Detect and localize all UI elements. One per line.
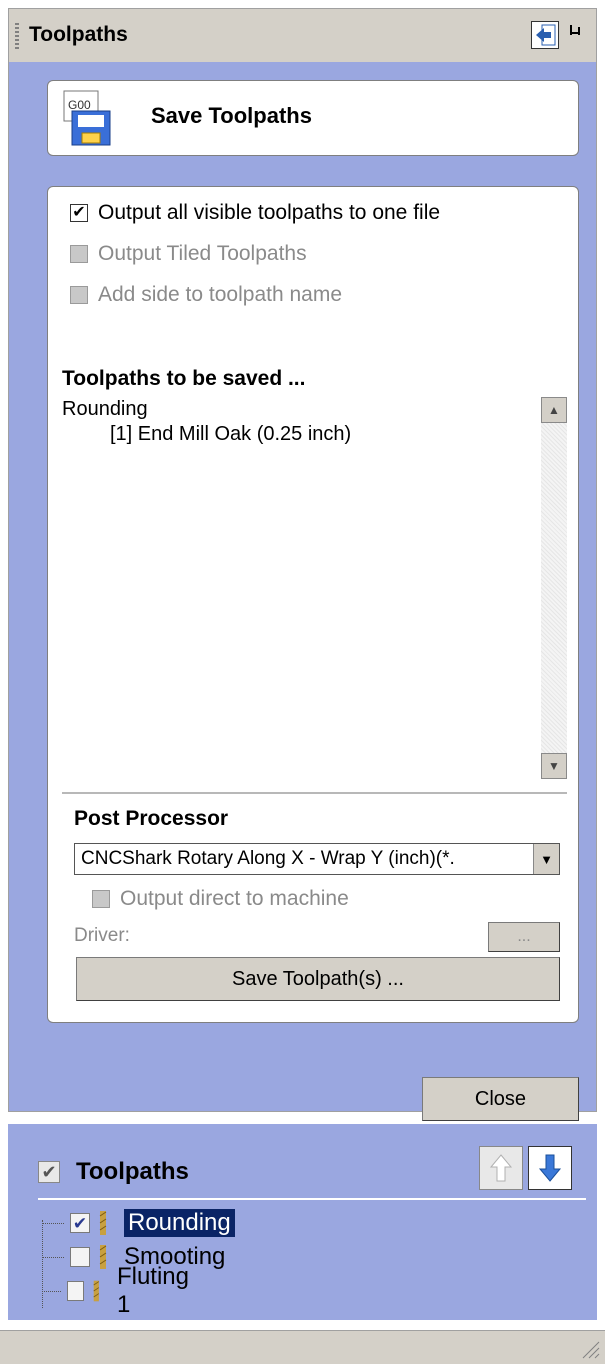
arrow-down-icon bbox=[538, 1154, 562, 1182]
add-side-option: Add side to toolpath name bbox=[70, 283, 342, 307]
toolpaths-to-save-list[interactable]: Rounding [1] End Mill Oak (0.25 inch) ▲ … bbox=[62, 397, 567, 779]
scroll-up-icon[interactable]: ▲ bbox=[541, 397, 567, 423]
toolpaths-tree-heading: Toolpaths bbox=[76, 1158, 189, 1185]
tree-divider bbox=[38, 1198, 586, 1200]
list-item: Rounding bbox=[62, 398, 148, 420]
post-processor-select[interactable]: CNCShark Rotary Along X - Wrap Y (inch)(… bbox=[74, 843, 560, 875]
post-processor-value: CNCShark Rotary Along X - Wrap Y (inch)(… bbox=[81, 848, 455, 869]
end-mill-icon bbox=[93, 1280, 100, 1302]
tree-item-checkbox[interactable]: ✔ bbox=[70, 1213, 90, 1233]
resize-grip-icon[interactable] bbox=[577, 1336, 601, 1360]
chevron-down-icon[interactable]: ▼ bbox=[533, 844, 559, 874]
add-side-label: Add side to toolpath name bbox=[98, 283, 343, 306]
pin-icon[interactable] bbox=[565, 21, 593, 49]
save-toolpaths-header: G00 Save Toolpaths bbox=[47, 80, 579, 156]
list-item: [1] End Mill Oak (0.25 inch) bbox=[110, 423, 352, 445]
output-all-visible-label: Output all visible toolpaths to one file bbox=[98, 201, 441, 224]
tree-item-label: Rounding bbox=[124, 1209, 235, 1237]
section-divider bbox=[62, 792, 567, 794]
tree-item-checkbox[interactable] bbox=[66, 1281, 85, 1301]
arrow-up-icon bbox=[489, 1154, 513, 1182]
output-direct-label: Output direct to machine bbox=[120, 887, 349, 910]
status-bar bbox=[0, 1330, 605, 1364]
add-side-checkbox bbox=[70, 286, 88, 304]
output-direct-checkbox bbox=[92, 890, 110, 908]
output-direct-option: Output direct to machine bbox=[92, 887, 349, 911]
tree-item-label: Fluting 1 bbox=[116, 1263, 190, 1318]
post-processor-heading: Post Processor bbox=[74, 807, 229, 830]
toolpaths-to-save-heading: Toolpaths to be saved ... bbox=[62, 367, 306, 390]
svg-text:G00: G00 bbox=[68, 98, 91, 112]
move-up-button[interactable] bbox=[479, 1146, 523, 1190]
output-tiled-option: Output Tiled Toolpaths bbox=[70, 242, 307, 266]
save-toolpaths-button[interactable]: Save Toolpath(s) ... bbox=[76, 957, 560, 1001]
tree-item-fluting-1[interactable]: Fluting 1 bbox=[38, 1263, 196, 1318]
tree-item-checkbox[interactable] bbox=[70, 1247, 90, 1267]
output-tiled-checkbox bbox=[70, 245, 88, 263]
scroll-down-icon[interactable]: ▼ bbox=[541, 753, 567, 779]
driver-browse-button: ... bbox=[488, 922, 560, 952]
driver-label: Driver: bbox=[74, 925, 130, 946]
save-card-title: Save Toolpaths bbox=[151, 103, 312, 128]
end-mill-icon bbox=[99, 1245, 107, 1269]
output-tiled-label: Output Tiled Toolpaths bbox=[98, 242, 307, 265]
options-card: ✔ Output all visible toolpaths to one fi… bbox=[47, 186, 579, 1023]
save-toolpaths-panel: G00 Save Toolpaths ✔ Output all visible … bbox=[8, 62, 597, 1121]
toolpaths-tree-header: ✔ Toolpaths bbox=[38, 1158, 189, 1186]
output-all-visible-checkbox[interactable]: ✔ bbox=[70, 204, 88, 222]
dock-icon[interactable] bbox=[531, 21, 559, 49]
output-all-visible-option[interactable]: ✔ Output all visible toolpaths to one fi… bbox=[70, 201, 440, 225]
toolpaths-list-panel: ✔ Toolpaths ✔ Rounding Smooting Fluting … bbox=[8, 1124, 597, 1320]
close-button[interactable]: Close bbox=[422, 1077, 579, 1121]
panel-title: Toolpaths bbox=[29, 23, 128, 46]
toolpaths-all-checkbox[interactable]: ✔ bbox=[38, 1161, 60, 1183]
end-mill-icon bbox=[99, 1211, 107, 1235]
move-down-button[interactable] bbox=[528, 1146, 572, 1190]
drag-grip[interactable] bbox=[15, 23, 19, 49]
vertical-scrollbar[interactable]: ▲ ▼ bbox=[541, 397, 567, 779]
panel-header: Toolpaths bbox=[8, 8, 597, 62]
tree-item-rounding[interactable]: ✔ Rounding bbox=[38, 1206, 235, 1240]
save-file-icon: G00 bbox=[63, 90, 111, 146]
